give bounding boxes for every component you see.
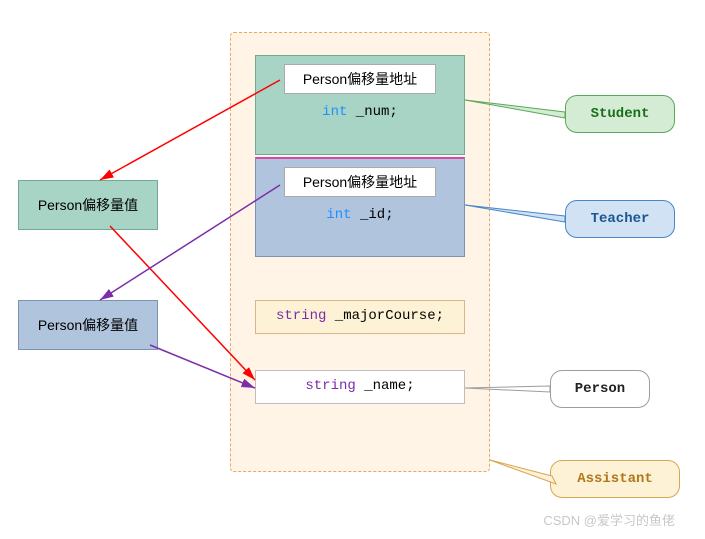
person-callout: Person — [550, 370, 650, 408]
student-callout: Student — [565, 95, 675, 133]
student-member-type: int — [322, 104, 347, 120]
watermark-text: CSDN @爱学习的鱼佬 — [543, 513, 675, 528]
major-type: string — [276, 308, 326, 324]
student-addr-box: Person偏移量地址 — [284, 64, 436, 94]
name-name: _name; — [364, 378, 414, 394]
offset-value-1: Person偏移量值 — [18, 180, 158, 230]
assistant-callout-label: Assistant — [577, 471, 653, 487]
student-addr-label: Person偏移量地址 — [303, 71, 417, 87]
teacher-addr-label: Person偏移量地址 — [303, 174, 417, 190]
teacher-callout-label: Teacher — [591, 211, 650, 227]
student-member-name: _num; — [356, 104, 398, 120]
teacher-member-type: int — [326, 207, 351, 223]
major-field: string _majorCourse; — [255, 300, 465, 334]
assistant-callout: Assistant — [550, 460, 680, 498]
major-name: _majorCourse; — [335, 308, 444, 324]
offset-value-2-label: Person偏移量值 — [38, 317, 138, 333]
teacher-member: int _id; — [256, 197, 464, 231]
person-callout-label: Person — [575, 381, 625, 397]
teacher-addr-box: Person偏移量地址 — [284, 167, 436, 197]
offset-value-1-label: Person偏移量值 — [38, 197, 138, 213]
student-callout-label: Student — [591, 106, 650, 122]
offset-value-2: Person偏移量值 — [18, 300, 158, 350]
name-type: string — [305, 378, 355, 394]
name-field: string _name; — [255, 370, 465, 404]
student-section: Person偏移量地址 int _num; — [255, 55, 465, 155]
teacher-section: Person偏移量地址 int _id; — [255, 157, 465, 257]
tail-assistant — [490, 460, 556, 484]
watermark: CSDN @爱学习的鱼佬 — [543, 510, 675, 529]
teacher-member-name: _id; — [360, 207, 394, 223]
student-member: int _num; — [256, 94, 464, 128]
teacher-callout: Teacher — [565, 200, 675, 238]
